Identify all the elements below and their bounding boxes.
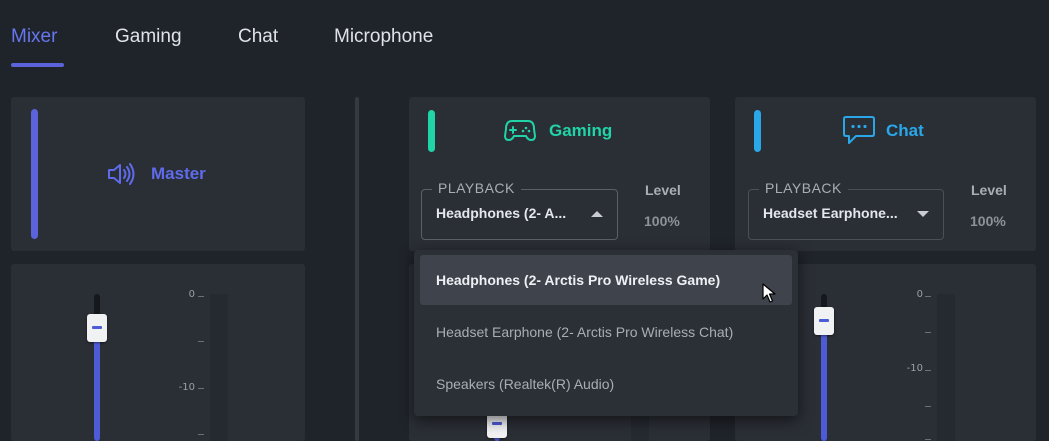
mixer-window: Mixer Gaming Chat Microphone Master 0 -1… bbox=[0, 0, 1049, 441]
master-tick-line bbox=[198, 296, 204, 297]
master-tick-0: 0 bbox=[188, 289, 195, 300]
master-volume-fill bbox=[94, 328, 100, 441]
section-divider bbox=[355, 97, 359, 441]
master-volume-thumb[interactable] bbox=[87, 314, 107, 342]
chevron-down-icon bbox=[917, 211, 929, 217]
chat-tick-10: -10 bbox=[906, 363, 923, 374]
gaming-level-value[interactable]: 100% bbox=[644, 213, 680, 229]
chevron-up-icon bbox=[591, 211, 603, 217]
active-tab-indicator bbox=[11, 63, 64, 67]
chat-title: Chat bbox=[886, 121, 924, 140]
tab-chat[interactable]: Chat bbox=[238, 26, 278, 48]
menu-item-headset-earphone[interactable]: Headset Earphone (2- Arctis Pro Wireless… bbox=[420, 307, 792, 357]
gaming-accent-bar bbox=[428, 110, 435, 152]
chat-level-meter bbox=[937, 294, 955, 441]
gaming-playback-value: Headphones (2- A... bbox=[436, 205, 567, 221]
tab-gaming[interactable]: Gaming bbox=[115, 26, 182, 48]
chat-header-panel: Chat PLAYBACK Headset Earphone... Level … bbox=[735, 97, 1036, 251]
menu-item-speakers[interactable]: Speakers (Realtek(R) Audio) bbox=[420, 359, 792, 409]
chat-tick-line bbox=[925, 332, 931, 333]
gaming-playback-select[interactable]: PLAYBACK Headphones (2- A... bbox=[421, 180, 618, 240]
master-title: Master bbox=[151, 164, 206, 183]
chat-volume-fill bbox=[821, 320, 827, 441]
master-tick-10: -10 bbox=[178, 382, 195, 393]
chat-tick-line bbox=[925, 439, 931, 440]
chat-playback-value: Headset Earphone... bbox=[763, 205, 898, 221]
tab-bar: Mixer Gaming Chat Microphone bbox=[0, 0, 1049, 70]
menu-item-headphones[interactable]: Headphones (2- Arctis Pro Wireless Game) bbox=[420, 255, 792, 305]
speaker-icon bbox=[108, 163, 135, 185]
chat-playback-select[interactable]: PLAYBACK Headset Earphone... bbox=[748, 180, 944, 240]
master-header-panel: Master bbox=[11, 97, 305, 251]
master-tick-line bbox=[198, 388, 204, 389]
playback-device-menu: Headphones (2- Arctis Pro Wireless Game)… bbox=[414, 250, 798, 416]
chat-bubble-icon bbox=[843, 116, 875, 144]
chat-tick-line bbox=[925, 296, 931, 297]
chat-volume-thumb[interactable] bbox=[814, 307, 834, 335]
mouse-cursor-icon bbox=[762, 283, 776, 303]
master-accent-bar bbox=[31, 109, 38, 239]
gaming-level-label: Level bbox=[645, 182, 681, 198]
gaming-header-panel: Gaming PLAYBACK Headphones (2- A... Leve… bbox=[409, 97, 710, 251]
tab-microphone[interactable]: Microphone bbox=[334, 26, 433, 48]
chat-tick-0: 0 bbox=[916, 289, 923, 300]
chat-accent-bar bbox=[754, 110, 761, 152]
gaming-title: Gaming bbox=[549, 121, 613, 140]
master-tick-line bbox=[198, 434, 204, 435]
chat-playback-legend: PLAYBACK bbox=[759, 180, 848, 196]
master-level-meter bbox=[210, 294, 228, 441]
tab-mixer[interactable]: Mixer bbox=[11, 26, 57, 48]
chat-level-value[interactable]: 100% bbox=[970, 213, 1006, 229]
master-tick-line bbox=[198, 341, 204, 342]
master-slider-panel: 0 -10 bbox=[11, 264, 305, 441]
gamepad-icon bbox=[504, 120, 536, 141]
chat-tick-line bbox=[925, 370, 931, 371]
chat-level-label: Level bbox=[971, 182, 1007, 198]
gaming-playback-legend: PLAYBACK bbox=[432, 180, 521, 196]
chat-tick-line bbox=[925, 406, 931, 407]
